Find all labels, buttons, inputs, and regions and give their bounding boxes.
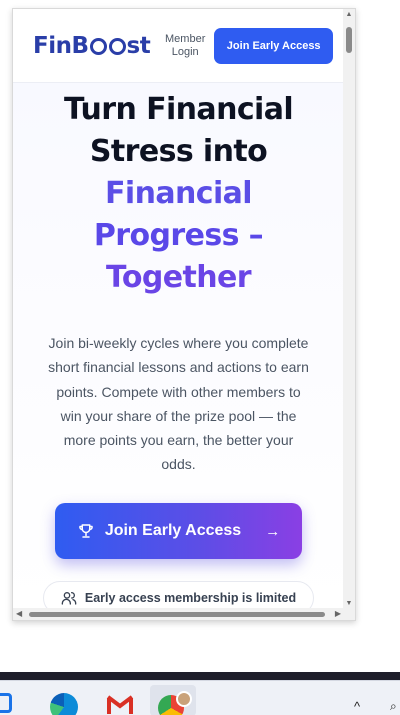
horizontal-scrollbar[interactable]: ◀ ▶ [13, 608, 355, 620]
hero-join-label: Join Early Access [104, 522, 242, 539]
hero-title-line1: Turn Financial [63, 92, 294, 127]
member-login-line1: Member [165, 32, 206, 45]
logo-text-prefix: FinB [33, 32, 89, 59]
member-login-line2: Login [171, 45, 199, 58]
hero-title-line3: Financial [105, 176, 253, 211]
taskbar: ^ ⌕ [0, 680, 400, 715]
scroll-down-icon[interactable]: ▼ [345, 600, 353, 607]
desktop-strip [0, 672, 400, 680]
logo-text-suffix: st [126, 32, 151, 59]
windows-icon[interactable] [0, 693, 12, 713]
vertical-scrollbar[interactable]: ▲ ▼ [343, 9, 355, 609]
avatar [176, 691, 192, 707]
scroll-up-icon[interactable]: ▲ [345, 11, 353, 18]
header-join-button[interactable]: Join Early Access [214, 27, 334, 64]
horizontal-scroll-thumb[interactable] [29, 612, 325, 617]
arrow-right-icon: → [265, 522, 281, 540]
finboost-logo[interactable]: FinB st [33, 32, 151, 59]
early-access-notice-text: Early access membership is limited [84, 591, 297, 605]
page-viewport: FinB st Member Login Join Early Access Tu… [13, 9, 344, 609]
logo-o-icon [108, 38, 126, 55]
scroll-right-icon[interactable]: ▶ [335, 609, 341, 618]
site-header: FinB st Member Login Join Early Access [13, 9, 344, 83]
edge-icon[interactable] [50, 693, 78, 715]
member-login-link[interactable]: Member Login [162, 33, 208, 59]
hero-title-line4: Progress – [93, 218, 264, 253]
early-access-notice: Early access membership is limited [43, 581, 314, 609]
hero-title-line2: Stress into [89, 134, 268, 169]
browser-window: FinB st Member Login Join Early Access Tu… [12, 8, 356, 621]
hero-title: Turn Financial Stress into Financial Pro… [13, 89, 344, 299]
scroll-left-icon[interactable]: ◀ [16, 609, 22, 618]
tray-chevron-up-icon[interactable]: ^ [354, 699, 360, 714]
tray-icon[interactable]: ⌕ [390, 699, 397, 714]
users-icon [61, 592, 77, 605]
gmail-icon[interactable] [106, 693, 134, 715]
hero-join-button[interactable]: Join Early Access → [55, 503, 302, 559]
logo-o-icon [89, 38, 107, 55]
hero-title-line5: Together [106, 260, 252, 295]
trophy-icon [78, 524, 93, 538]
hero-description: Join bi-weekly cycles where you complete… [48, 335, 309, 473]
vertical-scroll-thumb[interactable] [346, 27, 352, 53]
